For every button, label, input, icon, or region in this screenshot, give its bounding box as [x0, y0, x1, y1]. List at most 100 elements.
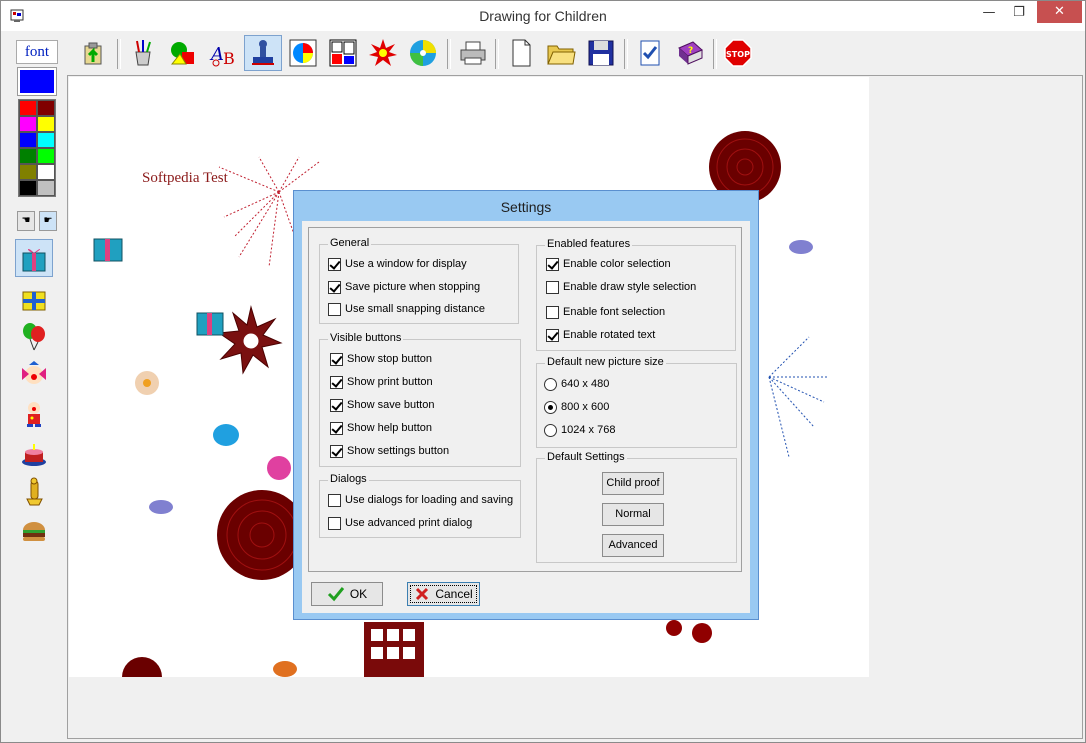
- checklist-icon: [640, 40, 660, 66]
- color-swatch-blue[interactable]: [19, 132, 37, 148]
- spiral-tool-button[interactable]: [404, 35, 442, 71]
- help-button[interactable]: ?: [671, 35, 709, 71]
- floppy-disk-icon: [588, 40, 614, 66]
- enabled-features-group: Enabled features Enable color selection …: [536, 238, 736, 351]
- canvas-pink-flower: [267, 456, 291, 480]
- color-swatch-magenta[interactable]: [19, 116, 37, 132]
- settings-dialog: Settings General Use a window for displa…: [293, 190, 759, 620]
- color-swatch-silver[interactable]: [37, 180, 55, 196]
- next-stamps-button[interactable]: ☛: [39, 211, 57, 231]
- color-swatch-red[interactable]: [19, 100, 37, 116]
- color-swatch-cyan[interactable]: [37, 132, 55, 148]
- save-picture-button[interactable]: [582, 35, 620, 71]
- new-page-icon: [512, 39, 531, 67]
- toolbar: AB ? STOP: [67, 33, 1085, 73]
- size-800-radio[interactable]: 800 x 600: [544, 399, 609, 415]
- canvas-gift-1: [93, 238, 123, 262]
- use-dialogs-checkbox[interactable]: Use dialogs for loading and saving: [328, 492, 513, 508]
- stamp-burger[interactable]: [15, 512, 53, 550]
- enable-draw-style-checkbox[interactable]: Enable draw style selection: [546, 279, 696, 295]
- starburst-icon: [369, 39, 397, 66]
- picture-size-group: Default new picture size 640 x 480 800 x…: [536, 356, 737, 448]
- color-swatch-lime[interactable]: [37, 148, 55, 164]
- child-proof-button[interactable]: Child proof: [602, 472, 664, 495]
- stamp-cake[interactable]: [15, 434, 53, 472]
- canvas-blue-blob: [213, 424, 239, 446]
- text-tool-button[interactable]: AB: [204, 35, 242, 71]
- advanced-button[interactable]: Advanced: [602, 534, 664, 557]
- color-swatch-maroon[interactable]: [37, 100, 55, 116]
- clown-icon: [27, 402, 41, 427]
- color-swatch-black[interactable]: [19, 180, 37, 196]
- normal-button[interactable]: Normal: [602, 503, 664, 526]
- stamp-tool-button[interactable]: [244, 35, 282, 71]
- size-640-radio[interactable]: 640 x 480: [544, 376, 609, 392]
- general-group: General Use a window for display Save pi…: [319, 237, 519, 324]
- font-button[interactable]: font: [16, 40, 58, 64]
- help-book-icon: ?: [678, 41, 703, 65]
- stamp-gift-yellow[interactable]: [15, 278, 53, 316]
- ok-button[interactable]: OK: [311, 582, 383, 606]
- color-swatch-yellow[interactable]: [37, 116, 55, 132]
- stamp-tuba[interactable]: [15, 473, 53, 511]
- visible-buttons-group-title: Visible buttons: [328, 332, 404, 344]
- stop-sign-icon: STOP: [724, 39, 752, 67]
- canvas-fish-left: [149, 500, 173, 514]
- stamp-clown[interactable]: [15, 395, 53, 433]
- color-swatch-olive[interactable]: [19, 164, 37, 180]
- clipboard-arrow-icon: [84, 42, 102, 65]
- color-swatch-white[interactable]: [37, 164, 55, 180]
- cancel-button[interactable]: Cancel: [407, 582, 480, 606]
- enable-rotated-text-checkbox[interactable]: Enable rotated text: [546, 327, 655, 343]
- balloons-icon: [23, 323, 45, 351]
- folder-icon: [547, 45, 576, 65]
- advanced-print-checkbox[interactable]: Use advanced print dialog: [328, 515, 472, 531]
- new-picture-button[interactable]: [502, 35, 540, 71]
- small-snapping-checkbox[interactable]: Use small snapping distance: [328, 301, 485, 317]
- enable-color-checkbox[interactable]: Enable color selection: [546, 256, 671, 272]
- canvas-building: [364, 622, 424, 677]
- gift-box-icon: [22, 248, 46, 272]
- stamp-balloons[interactable]: [15, 317, 53, 355]
- show-settings-checkbox[interactable]: Show settings button: [330, 443, 449, 459]
- show-print-checkbox[interactable]: Show print button: [330, 374, 433, 390]
- use-window-display-checkbox[interactable]: Use a window for display: [328, 256, 467, 272]
- window-title: Drawing for Children: [479, 8, 607, 24]
- dark-red-circle-bottom: [122, 657, 162, 677]
- stamp-icon: [252, 40, 274, 65]
- spiral-icon: [410, 40, 436, 66]
- minimize-button[interactable]: —: [973, 1, 1005, 25]
- settings-panel: General Use a window for display Save pi…: [308, 227, 742, 572]
- burst-tool-button[interactable]: [364, 35, 402, 71]
- size-1024-radio[interactable]: 1024 x 768: [544, 422, 615, 438]
- gift-box-yellow-icon: [22, 291, 46, 311]
- dialogs-group-title: Dialogs: [328, 473, 369, 485]
- clown-face-icon: [22, 361, 46, 384]
- svg-text:?: ?: [688, 46, 693, 56]
- restore-button[interactable]: ❐: [1003, 1, 1035, 25]
- color-wheel-icon: [289, 39, 317, 67]
- brush-tool-button[interactable]: [124, 35, 162, 71]
- svg-text:A: A: [209, 44, 224, 65]
- settings-button[interactable]: [631, 35, 669, 71]
- svg-text:STOP: STOP: [726, 50, 750, 59]
- close-button[interactable]: ✕: [1037, 1, 1082, 23]
- stamp-clown-face[interactable]: [15, 356, 53, 394]
- open-picture-button[interactable]: [542, 35, 580, 71]
- enabled-features-group-title: Enabled features: [545, 238, 633, 250]
- save-picture-checkbox[interactable]: Save picture when stopping: [328, 279, 480, 295]
- print-button[interactable]: [454, 35, 492, 71]
- previous-stamps-button[interactable]: ☚: [17, 211, 35, 231]
- shapes-tool-button[interactable]: [164, 35, 202, 71]
- stamp-gift-blue[interactable]: [15, 239, 53, 277]
- show-help-checkbox[interactable]: Show help button: [330, 420, 432, 436]
- show-stop-checkbox[interactable]: Show stop button: [330, 351, 432, 367]
- color-swatch-green[interactable]: [19, 148, 37, 164]
- rectangles-tool-button[interactable]: [324, 35, 362, 71]
- enable-font-checkbox[interactable]: Enable font selection: [546, 304, 665, 320]
- checkmark-icon: [327, 587, 344, 602]
- show-save-checkbox[interactable]: Show save button: [330, 397, 434, 413]
- clipboard-tool-button[interactable]: [75, 35, 113, 71]
- stop-button[interactable]: STOP: [719, 35, 757, 71]
- circle-fill-tool-button[interactable]: [284, 35, 322, 71]
